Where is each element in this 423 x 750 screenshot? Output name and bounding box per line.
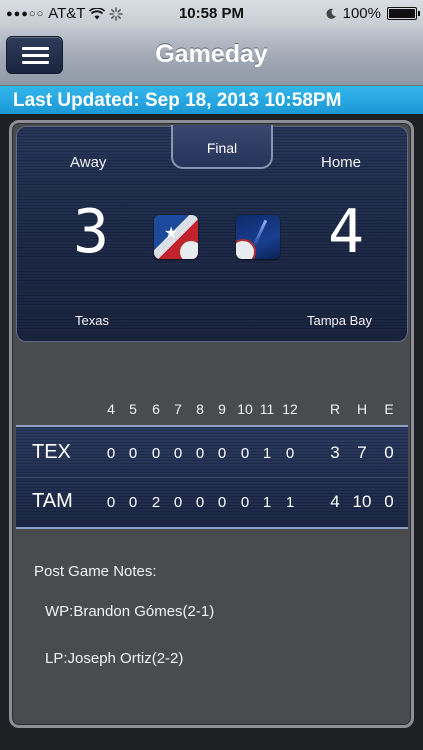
score-card: Final Away Home 3 ★ 4 Texas Tampa Bay	[16, 125, 408, 342]
star-icon: ★	[164, 225, 179, 242]
inning-header: 4	[107, 401, 115, 417]
inning-score: 0	[240, 494, 250, 511]
inning-score: 0	[240, 445, 250, 462]
away-score: 3	[73, 197, 110, 267]
inning-score: 0	[128, 494, 138, 511]
inning-score: 0	[195, 445, 205, 462]
inning-score: 0	[195, 494, 205, 511]
moon-icon	[326, 8, 336, 19]
battery-icon	[387, 7, 420, 20]
team-abbr: TEX	[32, 441, 71, 463]
sun-ray-icon	[251, 219, 268, 249]
errors-total: 0	[384, 443, 394, 462]
table-row: TAM 0 0 2 0 0 0 0 1 1 4 10 0	[16, 477, 408, 525]
inning-header: 12	[282, 401, 298, 417]
navigation-bar: Gameday	[0, 28, 423, 86]
gameday-panel: Final Away Home 3 ★ 4 Texas Tampa Bay 4 …	[9, 120, 414, 728]
inning-score: 0	[217, 445, 227, 462]
runs-total: 4	[330, 492, 340, 511]
linescore-table: TEX 0 0 0 0 0 0 0 1 0 3 7 0 TAM 0 0 2 0 …	[16, 425, 408, 529]
inning-score: 1	[262, 494, 272, 511]
table-row: TEX 0 0 0 0 0 0 0 1 0 3 7 0	[16, 429, 408, 477]
status-right: 100%	[325, 5, 420, 22]
losing-pitcher-note: LP:Joseph Ortiz(2-2)	[45, 650, 184, 667]
inning-score: 0	[106, 494, 116, 511]
team-abbr: TAM	[32, 490, 73, 512]
away-label: Away	[70, 154, 107, 171]
inning-header: 8	[196, 401, 204, 417]
inning-header: 10	[237, 401, 253, 417]
status-bar: ●●●○○ AT&T 10:58 PM 100%	[0, 0, 423, 28]
inning-score: 0	[106, 445, 116, 462]
texas-rangers-logo: ★	[154, 215, 198, 259]
errors-header: E	[384, 401, 394, 417]
home-label: Home	[321, 154, 362, 171]
runs-total: 3	[330, 443, 340, 462]
hits-header: H	[356, 401, 368, 417]
inning-score: 0	[285, 445, 295, 462]
runs-header: R	[329, 401, 341, 417]
home-team-name: Tampa Bay	[307, 313, 373, 328]
inning-header: 6	[152, 401, 160, 417]
inning-score: 1	[285, 494, 295, 511]
home-score: 4	[328, 197, 365, 267]
inning-header: 11	[259, 401, 275, 417]
away-team-name: Texas	[75, 313, 109, 328]
notes-title: Post Game Notes:	[34, 563, 157, 580]
inning-score: 0	[151, 445, 161, 462]
inning-score: 0	[173, 494, 183, 511]
winning-pitcher-note: WP:Brandon Gómes(2-1)	[45, 603, 215, 620]
inning-score: 0	[173, 445, 183, 462]
inning-score: 0	[217, 494, 227, 511]
baseball-icon	[178, 239, 198, 259]
inning-header: 7	[174, 401, 182, 417]
game-status-badge: Final	[171, 125, 273, 169]
hits-total: 10	[352, 492, 372, 511]
inning-header: 9	[218, 401, 226, 417]
hits-total: 7	[357, 443, 367, 462]
inning-header: 5	[129, 401, 137, 417]
inning-score: 0	[128, 445, 138, 462]
errors-total: 0	[384, 492, 394, 511]
inning-score: 1	[262, 445, 272, 462]
linescore-header: 4 5 6 7 8 9 10 11 12 R H E	[16, 401, 408, 419]
page-title: Gameday	[155, 40, 268, 68]
last-updated-banner: Last Updated: Sep 18, 2013 10:58PM	[0, 86, 423, 114]
battery-percent: 100%	[342, 5, 381, 22]
inning-score: 2	[151, 494, 161, 511]
tampa-bay-rays-logo	[236, 215, 280, 259]
